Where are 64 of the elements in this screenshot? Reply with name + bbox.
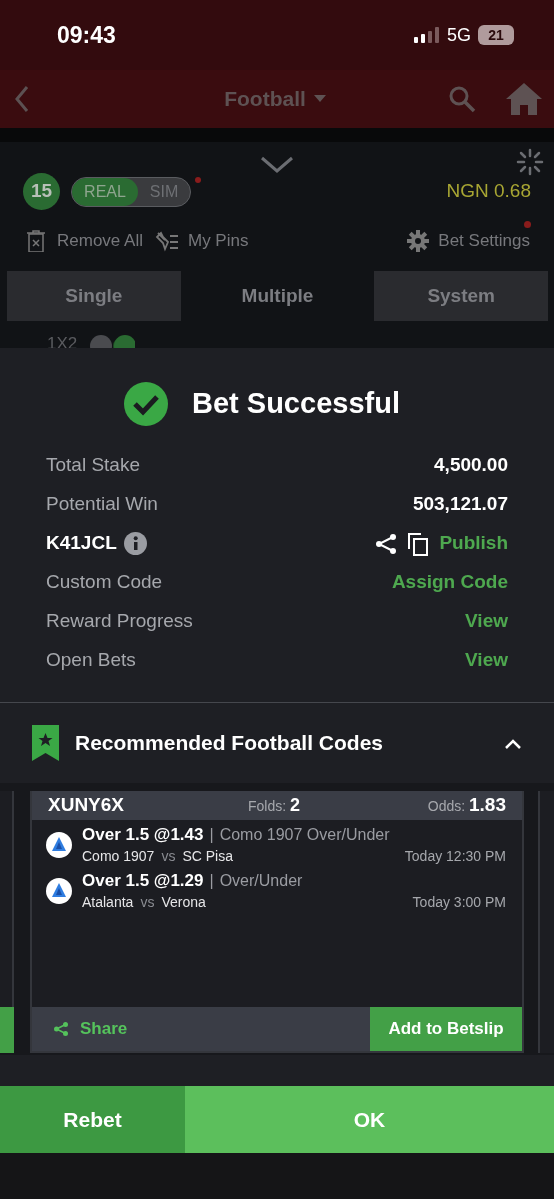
selection-pick: Over 1.5 @1.29 — [82, 870, 204, 892]
team-name: Como 1907 — [82, 847, 155, 866]
info-icon — [123, 532, 147, 555]
row-value: 503,121.07 — [412, 492, 508, 517]
action-button[interactable]: Remove All — [26, 228, 143, 254]
home-icon — [506, 82, 542, 116]
bet-type-tab[interactable]: Multiple — [190, 271, 365, 321]
trash-icon — [26, 229, 48, 252]
caret-icon — [313, 95, 326, 103]
bet-type-tab[interactable]: System — [374, 271, 548, 321]
chevron-down-icon — [260, 156, 294, 174]
match-time: Today 12:30 PM — [404, 847, 506, 866]
row-label: Total Stake — [46, 453, 140, 478]
match-time: Today 3:00 PM — [412, 893, 506, 912]
network-label: 5G — [447, 23, 471, 47]
ok-button[interactable]: OK — [185, 1086, 554, 1153]
count-badge: 15 — [23, 173, 60, 210]
search-icon — [448, 85, 476, 113]
vs-label: vs — [140, 893, 155, 912]
league-logo-icon — [46, 878, 72, 904]
booking-code: K41JCL — [46, 531, 117, 556]
team-name: SC Pisa — [182, 847, 233, 866]
result-title: Bet Successful — [192, 386, 400, 422]
row-label: Potential Win — [46, 492, 158, 517]
mode-option[interactable]: REAL — [72, 177, 138, 206]
vs-label: vs — [161, 847, 176, 866]
row-link[interactable]: Assign Code — [391, 568, 508, 597]
rebet-button[interactable]: Rebet — [0, 1086, 185, 1153]
loading-icon — [516, 148, 544, 176]
folds-text: Folds: 2 — [248, 794, 301, 817]
row-link[interactable]: View — [465, 646, 508, 675]
row-label: Reward Progress — [46, 609, 193, 634]
share-icon — [375, 532, 398, 555]
row-label: Open Bets — [46, 648, 136, 673]
balance-text: NGN 0.68 — [446, 179, 531, 204]
league-logo-icon — [46, 832, 72, 858]
row-value: 4,500.00 — [434, 453, 508, 478]
share-button[interactable]: Share — [32, 1016, 128, 1042]
separator-mark: | — [209, 871, 214, 891]
row-label: Custom Code — [46, 570, 163, 595]
battery-icon: 21 — [478, 25, 514, 45]
selection-market: Over/Under — [219, 871, 303, 891]
section-title: Recommended Football Codes — [75, 730, 384, 757]
action-button[interactable]: My Pins — [155, 228, 249, 254]
team-name: Verona — [161, 893, 206, 912]
title-dropdown[interactable]: Football — [224, 83, 326, 115]
card-code: XUNY6X — [48, 793, 126, 818]
status-time: 09:43 — [57, 20, 116, 50]
success-check-icon — [124, 382, 169, 426]
pin-list-icon — [155, 229, 179, 252]
team-name: Atalanta — [82, 893, 134, 912]
selection-pick: Over 1.5 @1.43 — [82, 824, 204, 846]
bet-type-tab[interactable]: Single — [7, 271, 181, 321]
copy-icon — [407, 531, 430, 556]
row-link[interactable]: View — [465, 607, 508, 636]
signal-icon — [414, 27, 440, 43]
share-icon — [54, 1022, 68, 1036]
bookmark-star-icon — [32, 725, 59, 761]
action-button[interactable]: Bet Settings — [407, 228, 530, 254]
add-to-betslip-button[interactable]: Add to Betslip — [370, 1007, 522, 1051]
selection-market: Como 1907 Over/Under — [219, 825, 390, 845]
publish-link[interactable]: Publish — [439, 529, 508, 558]
separator-mark: | — [209, 825, 214, 845]
odds-text: Odds: 1.83 — [427, 793, 506, 818]
